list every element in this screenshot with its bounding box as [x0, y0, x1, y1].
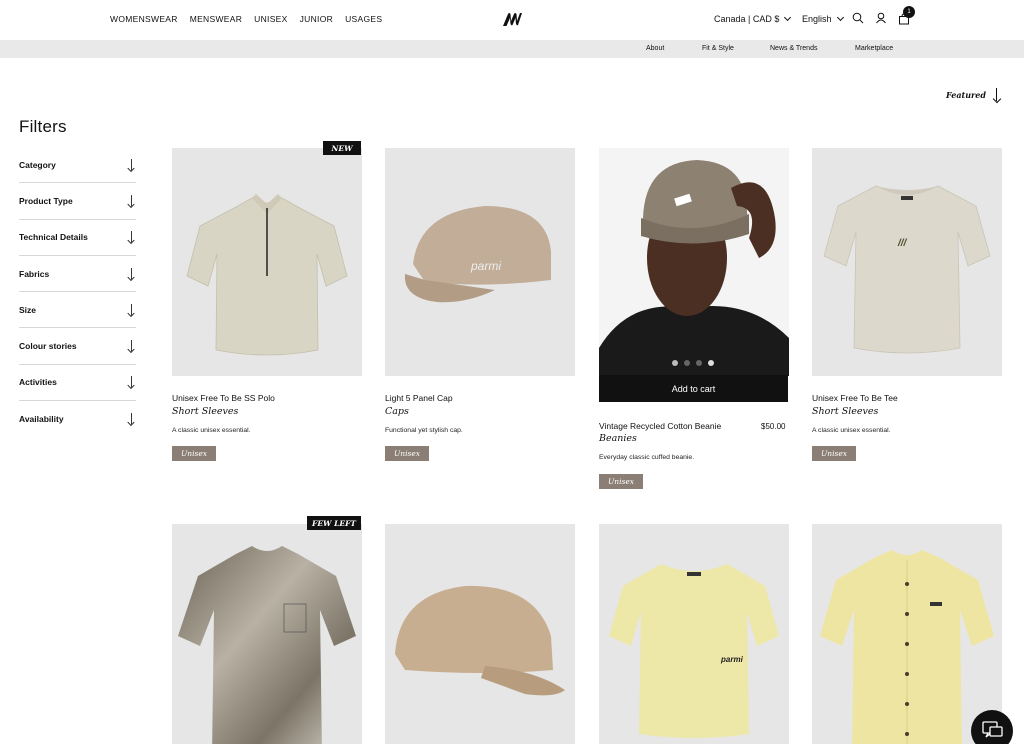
filter-list: Category Product Type Technical Details …	[19, 147, 136, 437]
cart-count-badge: 1	[903, 6, 915, 18]
chevron-down-icon	[784, 13, 792, 22]
filter-label: Activities	[19, 377, 57, 388]
filter-label: Category	[19, 159, 56, 170]
carousel-dot[interactable]	[696, 360, 702, 366]
tee-logo-print: ///	[897, 238, 908, 249]
beanie-model-image	[599, 148, 789, 376]
yellow-tee-image: parmi	[609, 564, 779, 738]
locale-label: Canada | CAD $	[714, 14, 780, 24]
image-carousel-dots	[672, 360, 714, 366]
add-to-cart-button[interactable]: Add to cart	[599, 375, 788, 402]
carousel-dot[interactable]	[672, 360, 678, 366]
arrow-down-icon	[127, 267, 136, 280]
product-description: Everyday classic cuffed beanie.	[599, 454, 695, 461]
cap-print-text: parmi	[470, 259, 501, 273]
arrow-down-icon	[127, 376, 136, 388]
unisex-tag[interactable]: Unisex	[812, 446, 856, 461]
polo-shirt-image	[186, 194, 348, 356]
arrow-down-icon	[127, 158, 136, 171]
top-navigation: WOMENSWEAR MENSWEAR UNISEX JUNIOR USAGES…	[0, 0, 1024, 40]
product-category: Caps	[385, 406, 409, 417]
product-image-cap[interactable]: parmi	[385, 148, 575, 376]
product-image-beanie[interactable]	[599, 148, 789, 376]
nav-womenswear[interactable]: WOMENSWEAR	[110, 14, 178, 24]
filter-activities[interactable]: Activities	[19, 365, 136, 402]
secondary-nav: About Fit & Style News & Trends Marketpl…	[0, 40, 1024, 58]
product-image-tee[interactable]: ///	[812, 148, 1002, 376]
product-category: Short Sleeves	[172, 406, 239, 417]
subnav-about[interactable]: About	[646, 45, 664, 52]
language-label: English	[802, 14, 832, 24]
filter-label: Technical Details	[19, 232, 88, 243]
product-category: Short Sleeves	[812, 406, 879, 417]
filter-technical-details[interactable]: Technical Details	[19, 220, 136, 256]
filter-label: Size	[19, 304, 37, 315]
filter-label: Fabrics	[19, 268, 50, 279]
unisex-tag[interactable]: Unisex	[172, 446, 216, 461]
product-image-cap-fleece[interactable]	[385, 524, 575, 744]
arrow-down-icon	[127, 194, 136, 207]
tie-dye-shirt-image	[178, 546, 356, 744]
filter-colour-stories[interactable]: Colour stories	[19, 328, 136, 365]
carousel-dot[interactable]	[708, 360, 714, 366]
subnav-news-trends[interactable]: News & Trends	[770, 45, 817, 52]
chat-button[interactable]	[971, 710, 1013, 744]
product-image-yellow-tee[interactable]: parmi	[599, 524, 789, 744]
carousel-dot[interactable]	[684, 360, 690, 366]
nav-usages[interactable]: USAGES	[345, 14, 382, 24]
new-badge: NEW	[323, 141, 361, 155]
chevron-down-icon	[836, 13, 844, 22]
arrow-down-icon	[127, 413, 136, 425]
product-description: Functional yet stylish cap.	[385, 427, 463, 434]
subnav-marketplace[interactable]: Marketplace	[855, 45, 893, 52]
locale-selector[interactable]: Canada | CAD $	[714, 13, 792, 24]
main-nav: WOMENSWEAR MENSWEAR UNISEX JUNIOR USAGES	[110, 14, 382, 24]
language-selector[interactable]: English	[802, 13, 844, 24]
unisex-tag[interactable]: Unisex	[599, 474, 643, 489]
unisex-tag[interactable]: Unisex	[385, 446, 429, 461]
product-description: A classic unisex essential.	[172, 427, 251, 434]
brand-logo[interactable]	[503, 12, 522, 26]
search-icon[interactable]	[852, 12, 864, 24]
filter-product-type[interactable]: Product Type	[19, 183, 136, 220]
sort-selector[interactable]: Featured	[946, 88, 1002, 102]
tee-print-text: parmi	[720, 655, 744, 664]
few-left-badge: FEW LEFT	[307, 516, 361, 530]
sort-label: Featured	[946, 90, 986, 100]
tee-shirt-image: ///	[823, 185, 991, 354]
product-image-polo[interactable]	[172, 148, 362, 376]
product-price: $50.00	[761, 422, 786, 431]
product-image-shirt-tiedye[interactable]	[172, 524, 362, 744]
filter-label: Colour stories	[19, 341, 77, 352]
filter-label: Product Type	[19, 195, 73, 206]
filter-category[interactable]: Category	[19, 147, 136, 184]
subnav-fit-style[interactable]: Fit & Style	[702, 45, 734, 52]
product-description: A classic unisex essential.	[812, 427, 891, 434]
product-name[interactable]: Unisex Free To Be Tee	[812, 393, 898, 403]
filter-label: Availability	[19, 414, 64, 425]
account-icon[interactable]	[875, 12, 887, 24]
product-name[interactable]: Unisex Free To Be SS Polo	[172, 393, 275, 403]
product-name[interactable]: Light 5 Panel Cap	[385, 393, 453, 403]
cap-image: parmi	[404, 206, 551, 303]
filter-size[interactable]: Size	[19, 292, 136, 329]
fleece-cap-image	[395, 585, 565, 696]
arrow-down-icon	[127, 340, 136, 352]
nav-menswear[interactable]: MENSWEAR	[190, 14, 242, 24]
filters-title: Filters	[19, 117, 67, 136]
arrow-down-icon	[992, 88, 1002, 102]
arrow-down-icon	[127, 231, 136, 243]
nav-junior[interactable]: JUNIOR	[300, 14, 333, 24]
nav-unisex[interactable]: UNISEX	[254, 14, 287, 24]
arrow-down-icon	[127, 303, 136, 316]
chat-icon	[982, 721, 1003, 738]
filter-fabrics[interactable]: Fabrics	[19, 256, 136, 293]
filter-availability[interactable]: Availability	[19, 401, 136, 437]
product-name[interactable]: Vintage Recycled Cotton Beanie	[599, 421, 721, 431]
product-category: Beanies	[599, 433, 637, 444]
